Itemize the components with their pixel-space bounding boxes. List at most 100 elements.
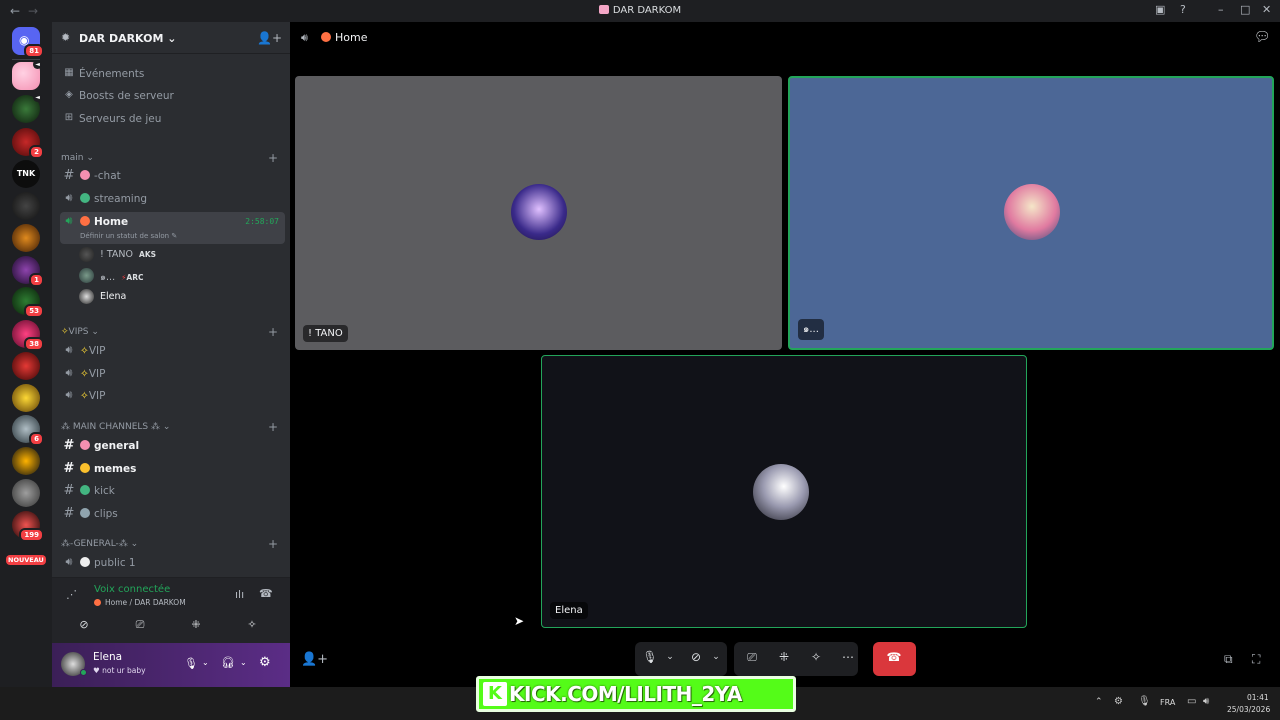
speaker-icon: 🔊︎ [65, 388, 73, 401]
hang-up-button[interactable]: ☎ [873, 642, 916, 676]
settings-gear-icon[interactable]: ⚙ [259, 655, 271, 670]
server-icon-7[interactable]: 1 [12, 256, 44, 287]
channel-public-1[interactable]: 🔊︎ public 1 [60, 553, 285, 573]
server-icon-5[interactable] [12, 192, 40, 220]
hash-icon: # [63, 168, 75, 183]
video-tile-speaking[interactable]: ๑... [788, 76, 1274, 350]
category-general[interactable]: ⁂-GENERAL-⁂ ⌄ + [61, 537, 278, 551]
camera-off-button[interactable]: ⊘ [58, 613, 110, 637]
server-icon-13[interactable] [12, 447, 40, 475]
add-member-icon[interactable]: 👤+ [257, 31, 282, 45]
video-tile-elena[interactable]: Elena [541, 355, 1027, 628]
server-icon-2[interactable]: ◄ [12, 93, 42, 123]
window-title: DAR DARKOM [0, 5, 1280, 16]
channel-status[interactable]: Définir un statut de salon ✎ [80, 232, 177, 240]
server-link-events[interactable]: ▦ Événements [60, 64, 285, 84]
invite-user-icon[interactable]: 👤+ [301, 652, 328, 667]
chevron-down-icon[interactable]: ⌄ [707, 652, 725, 662]
user-status[interactable]: ♥ not ur baby [93, 666, 146, 675]
volume-icon[interactable]: 🔊︎ [1203, 696, 1209, 707]
channel-vip-2[interactable]: 🔊︎ ✧VIP [60, 364, 285, 384]
channel-general[interactable]: # general [60, 436, 285, 456]
soundboard-icon: ✧ [247, 618, 257, 631]
microphone-icon[interactable]: 🎙︎ [641, 650, 659, 664]
channel-vip-3[interactable]: 🔊︎ ✧VIP [60, 386, 285, 406]
category-label: -GENERAL- [70, 539, 119, 549]
network-icon[interactable]: ▭ [1187, 696, 1196, 707]
server-icon-10[interactable] [12, 352, 40, 380]
server-icon-14[interactable] [12, 479, 40, 507]
noise-suppression-icon[interactable]: ılı [235, 588, 244, 601]
popout-icon[interactable]: ⧉ [1224, 652, 1233, 667]
close-icon[interactable]: ✕ [1262, 3, 1271, 16]
screen-share-button[interactable]: ⎚ [114, 613, 166, 637]
server-icon-12[interactable]: 6 [12, 415, 44, 446]
steam-icon[interactable]: ⚙ [1114, 696, 1123, 707]
server-icon-11[interactable] [12, 384, 40, 412]
activities-button[interactable]: ⁜ [170, 613, 222, 637]
channel-home[interactable]: 🔊︎ Home 2:58:07 Définir un statut de sal… [60, 212, 285, 244]
voice-status[interactable]: Voix connectée [94, 584, 170, 595]
link-label: Boosts de serveur [79, 90, 174, 102]
language-indicator[interactable]: FRA [1160, 698, 1175, 707]
headphones-icon[interactable]: 🎧︎ [221, 656, 235, 669]
channel-streaming[interactable]: 🔊︎ streaming [60, 189, 285, 209]
tray-microphone-icon[interactable]: 🎙︎ [1138, 696, 1151, 707]
server-header[interactable]: ✹ DAR DARKOM ⌄ 👤+ [52, 22, 290, 54]
channel-vip-1[interactable]: 🔊︎ ✧VIP [60, 341, 285, 361]
direct-messages-icon[interactable]: ◉ 81 [12, 27, 44, 58]
microphone-icon[interactable]: 🎙︎ [184, 657, 198, 670]
chevron-down-icon[interactable]: ⌄ [661, 652, 679, 662]
server-link-boosts[interactable]: ◈ Boosts de serveur [60, 86, 285, 106]
camera-off-icon[interactable]: ⊘ [687, 650, 705, 664]
heart-emoji-icon [80, 485, 90, 495]
add-channel-icon[interactable]: + [268, 420, 278, 434]
server-icon-9[interactable]: 38 [12, 320, 44, 351]
user-tag: ARC [126, 273, 144, 282]
clock-time[interactable]: 01:41 [1247, 693, 1269, 702]
signal-icon[interactable]: ⋰ [66, 588, 77, 601]
soundboard-icon[interactable]: ✧ [807, 650, 825, 664]
soundboard-button[interactable]: ✧ [226, 613, 278, 637]
smile-emoji-icon [80, 463, 90, 473]
tray-chevron-icon[interactable]: ⌃ [1095, 697, 1103, 707]
voice-location[interactable]: Home / DAR DARKOM [94, 598, 186, 607]
kick-logo-icon: K [483, 682, 507, 706]
server-icon-6[interactable] [12, 224, 40, 252]
user-name[interactable]: Elena [93, 651, 122, 663]
inbox-icon[interactable]: ▣ [1155, 3, 1165, 16]
server-icon-15[interactable]: 199 [12, 511, 44, 542]
channel-memes[interactable]: # memes [60, 459, 285, 479]
disconnect-icon[interactable]: ☎ [259, 587, 273, 600]
category-main[interactable]: main ⌄ + [61, 151, 278, 165]
server-icon-4[interactable]: TNK [12, 160, 40, 188]
add-channel-icon[interactable]: + [268, 537, 278, 551]
avatar [1004, 184, 1060, 240]
category-main-channels[interactable]: ⁂ MAIN CHANNELS ⁂ ⌄ + [61, 420, 278, 434]
fullscreen-icon[interactable]: ⛶ [1252, 652, 1260, 667]
chevron-down-icon[interactable]: ⌄ [202, 658, 209, 667]
add-channel-icon[interactable]: + [268, 151, 278, 165]
help-icon[interactable]: ? [1180, 3, 1186, 16]
add-channel-icon[interactable]: + [268, 325, 278, 339]
minimize-icon[interactable]: – [1218, 3, 1224, 16]
activities-icon[interactable]: ⁜ [775, 650, 793, 664]
screen-share-icon[interactable]: ⎚ [743, 650, 761, 665]
mic-camera-controls: 🎙︎ ⌄ ⊘ ⌄ [635, 642, 727, 676]
server-link-game-servers[interactable]: ⊞ Serveurs de jeu [60, 109, 285, 129]
server-dar-darkom[interactable]: ◄ [12, 60, 42, 90]
more-options-icon[interactable]: ⋯ [839, 650, 857, 664]
server-icon-3[interactable]: 2 [12, 128, 44, 159]
channel-clips[interactable]: # clips [60, 504, 285, 524]
category-vips[interactable]: ✧VIPS ⌄ + [61, 325, 278, 339]
chat-bubble-icon[interactable]: 💬︎ [1254, 30, 1271, 45]
chevron-down-icon[interactable]: ⌄ [240, 658, 247, 667]
video-tile-tano[interactable]: ! TANO [295, 76, 782, 350]
server-icon-8[interactable]: 53 [12, 287, 44, 318]
maximize-icon[interactable]: □ [1240, 3, 1250, 16]
channel-kick[interactable]: # kick [60, 481, 285, 501]
new-server-badge[interactable]: NOUVEAU [6, 555, 46, 565]
clock-date[interactable]: 25/03/2026 [1227, 705, 1270, 714]
channel-chat[interactable]: # -chat [60, 166, 285, 186]
speaker-icon: 🔊︎ [301, 31, 308, 44]
